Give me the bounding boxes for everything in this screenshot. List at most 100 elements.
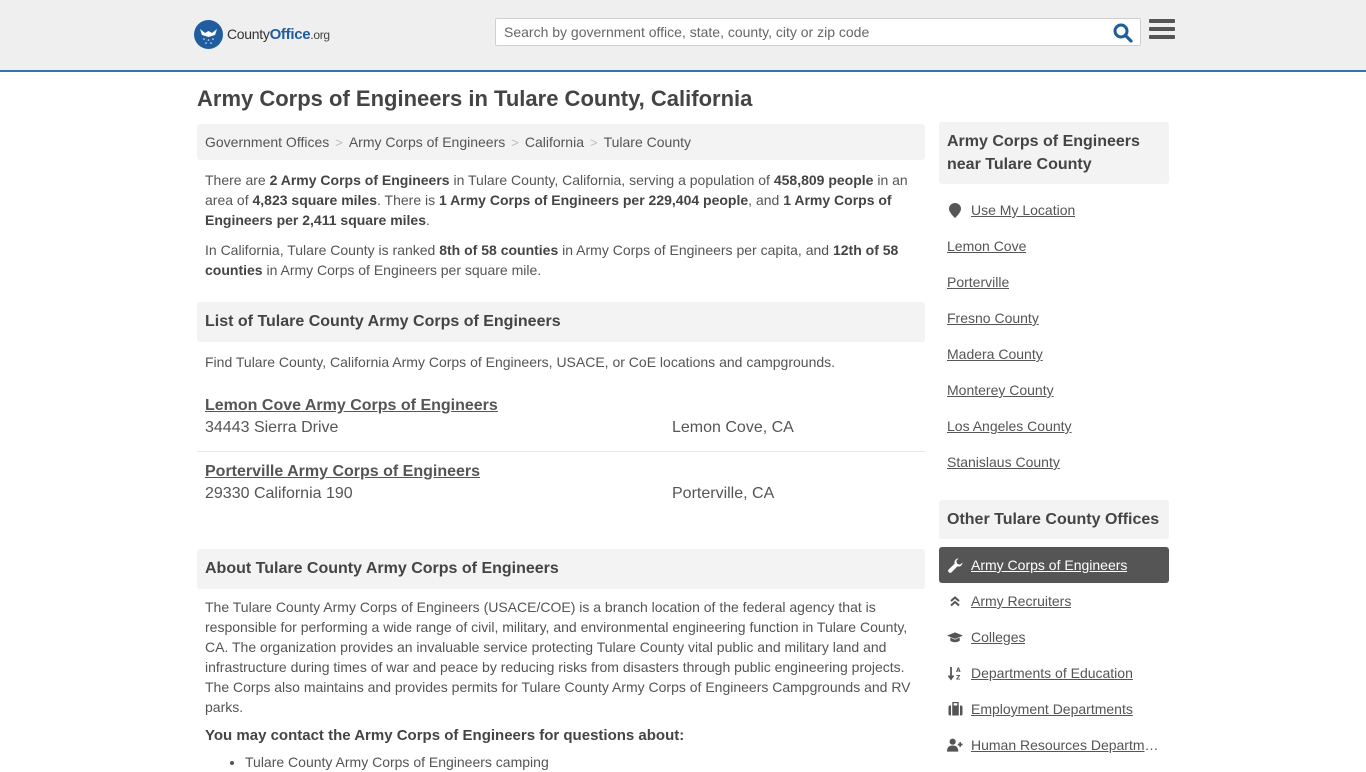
intro-text: There are: [205, 172, 270, 188]
search-button[interactable]: [1112, 22, 1134, 44]
nearby-link[interactable]: Monterey County: [947, 382, 1054, 398]
office-address: 29330 California 190: [205, 485, 353, 502]
other-office-link[interactable]: Army Corps of Engineers: [971, 557, 1127, 573]
sidebar: Army Corps of Engineers near Tulare Coun…: [939, 122, 1169, 763]
briefcase-icon: [947, 701, 963, 717]
breadcrumb-separator: >: [335, 134, 343, 150]
breadcrumb-item-army-corps[interactable]: Army Corps of Engineers: [349, 134, 505, 150]
intro-text: . There is: [377, 192, 440, 208]
nearby-item-fresno-county[interactable]: Fresno County: [939, 300, 1169, 336]
contact-heading: You may contact the Army Corps of Engine…: [205, 727, 685, 744]
per-capita-rank: 8th of 58 counties: [439, 242, 559, 258]
intro-text: .: [426, 212, 430, 228]
user-plus-icon: [947, 737, 963, 753]
breadcrumb-item-government-offices[interactable]: Government Offices: [205, 134, 329, 150]
other-item-employment-departments[interactable]: Employment Departments: [939, 691, 1169, 727]
hamburger-menu-button[interactable]: [1149, 19, 1175, 43]
breadcrumb-separator: >: [511, 134, 519, 150]
breadcrumb-separator: >: [589, 134, 598, 150]
office-address: 34443 Sierra Drive: [205, 419, 339, 436]
office-listing: Lemon Cove Army Corps of Engineers 34443…: [197, 386, 925, 451]
breadcrumb-item-tulare-county[interactable]: Tulare County: [604, 134, 691, 150]
other-office-link[interactable]: Army Recruiters: [971, 593, 1071, 609]
graduation-cap-icon: [947, 629, 963, 645]
nearby-item-monterey-county[interactable]: Monterey County: [939, 372, 1169, 408]
office-listing-link[interactable]: Porterville Army Corps of Engineers: [205, 463, 480, 481]
intro-text: in Army Corps of Engineers per square mi…: [262, 262, 542, 278]
search-bar: [495, 18, 1141, 46]
search-input[interactable]: [496, 19, 1106, 45]
nearby-offices-list: Use My Location Lemon Cove Porterville F…: [939, 192, 1169, 480]
page-title: Army Corps of Engineers in Tulare County…: [197, 86, 753, 111]
office-count: 2 Army Corps of Engineers: [269, 172, 450, 188]
list-section-heading: List of Tulare County Army Corps of Engi…: [197, 302, 925, 342]
menu-bar-icon: [1149, 35, 1175, 39]
logo-wordmark: CountyOffice.org: [227, 26, 330, 43]
sort-alpha-down-icon: AZ: [947, 665, 963, 681]
list-section-description: Find Tulare County, California Army Corp…: [205, 354, 836, 370]
site-header: CountyOffice.org: [0, 0, 1366, 72]
use-my-location-link[interactable]: Use My Location: [971, 202, 1075, 218]
about-section-text: The Tulare County Army Corps of Engineer…: [205, 599, 911, 715]
other-item-army-corps[interactable]: Army Corps of Engineers: [939, 547, 1169, 583]
area: 4,823 square miles: [252, 192, 378, 208]
office-listing-details: 34443 Sierra Drive Lemon Cove, CA: [205, 419, 917, 437]
other-offices-heading: Other Tulare County Offices: [939, 500, 1169, 539]
nearby-item-porterville[interactable]: Porterville: [939, 264, 1169, 300]
other-item-colleges[interactable]: Colleges: [939, 619, 1169, 655]
other-office-link[interactable]: Departments of Education: [971, 665, 1133, 681]
map-marker-icon: [947, 202, 963, 218]
nearby-item-los-angeles-county[interactable]: Los Angeles County: [939, 408, 1169, 444]
chevron-double-up-icon: [947, 593, 963, 609]
office-listing-link[interactable]: Lemon Cove Army Corps of Engineers: [205, 397, 498, 415]
other-item-army-recruiters[interactable]: Army Recruiters: [939, 583, 1169, 619]
office-city: Lemon Cove, CA: [672, 419, 794, 436]
nearby-link[interactable]: Porterville: [947, 274, 1009, 290]
other-offices-list: Army Corps of Engineers Army Recruiters …: [939, 547, 1169, 763]
about-section-heading: About Tulare County Army Corps of Engine…: [197, 549, 925, 589]
svg-text:A: A: [956, 667, 961, 674]
per-capita-stat: 1 Army Corps of Engineers per 229,404 pe…: [439, 192, 749, 208]
other-item-human-resources[interactable]: Human Resources Departments: [939, 727, 1169, 763]
eagle-logo-icon: [194, 20, 223, 49]
svg-text:Z: Z: [956, 674, 961, 681]
main-content: Government Offices > Army Corps of Engin…: [197, 124, 925, 772]
intro-text: in Army Corps of Engineers per capita, a…: [558, 242, 833, 258]
office-listing-details: 29330 California 190 Porterville, CA: [205, 485, 917, 503]
menu-bar-icon: [1149, 27, 1175, 31]
office-listings: Lemon Cove Army Corps of Engineers 34443…: [197, 386, 925, 516]
nearby-offices-heading: Army Corps of Engineers near Tulare Coun…: [939, 122, 1169, 184]
nearby-link[interactable]: Lemon Cove: [947, 238, 1026, 254]
search-icon: [1113, 23, 1133, 43]
contact-topic-item: Tulare County Army Corps of Engineers ca…: [245, 752, 925, 772]
other-item-departments-of-education[interactable]: AZ Departments of Education: [939, 655, 1169, 691]
nearby-item-stanislaus-county[interactable]: Stanislaus County: [939, 444, 1169, 480]
office-city: Porterville, CA: [672, 485, 775, 502]
logo-text-office: Office: [269, 26, 311, 43]
menu-bar-icon: [1149, 19, 1175, 23]
nearby-link[interactable]: Stanislaus County: [947, 454, 1060, 470]
other-office-link[interactable]: Human Resources Departments: [971, 737, 1159, 753]
wrench-icon: [947, 557, 963, 573]
office-listing: Porterville Army Corps of Engineers 2933…: [197, 451, 925, 516]
nearby-link[interactable]: Fresno County: [947, 310, 1039, 326]
other-office-link[interactable]: Colleges: [971, 629, 1025, 645]
intro-text: in Tulare County, California, serving a …: [449, 172, 774, 188]
nearby-item-madera-county[interactable]: Madera County: [939, 336, 1169, 372]
breadcrumb-item-california[interactable]: California: [525, 134, 584, 150]
logo-text-county: County: [227, 26, 270, 42]
intro-ranking: In California, Tulare County is ranked 8…: [197, 240, 925, 280]
population: 458,809 people: [773, 172, 874, 188]
intro-text: In California, Tulare County is ranked: [205, 242, 440, 258]
contact-topics-list: Tulare County Army Corps of Engineers ca…: [197, 752, 925, 772]
intro-statistics: There are 2 Army Corps of Engineers in T…: [197, 170, 925, 230]
breadcrumb: Government Offices > Army Corps of Engin…: [197, 124, 925, 160]
intro-text: , and: [748, 192, 784, 208]
logo-text-org: .org: [310, 28, 330, 42]
nearby-link[interactable]: Madera County: [947, 346, 1043, 362]
use-my-location-item[interactable]: Use My Location: [939, 192, 1169, 228]
site-logo[interactable]: CountyOffice.org: [194, 20, 330, 49]
nearby-link[interactable]: Los Angeles County: [947, 418, 1072, 434]
nearby-item-lemon-cove[interactable]: Lemon Cove: [939, 228, 1169, 264]
other-office-link[interactable]: Employment Departments: [971, 701, 1133, 717]
